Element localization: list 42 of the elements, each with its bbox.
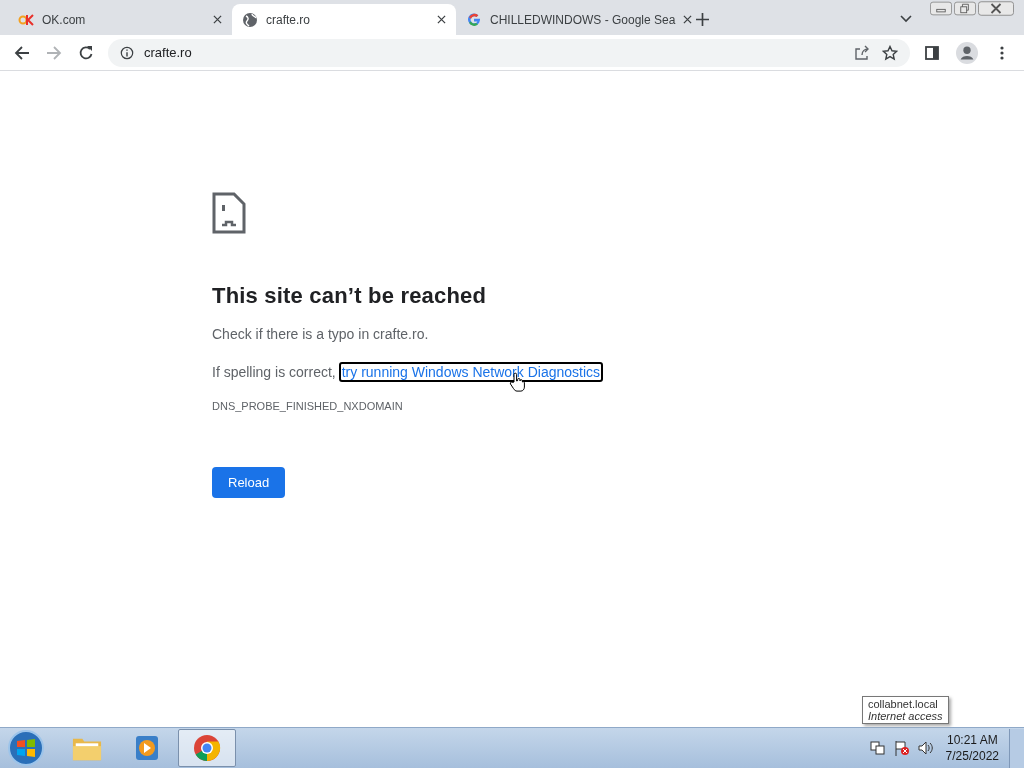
profile-icon[interactable] (956, 41, 978, 64)
clock-time[interactable]: 10:21 AM (946, 732, 998, 748)
address-bar[interactable]: crafte.ro (108, 38, 910, 67)
browser-tab[interactable]: OK.com (8, 4, 232, 35)
speaker-icon[interactable] (917, 740, 934, 756)
close-icon[interactable] (683, 15, 693, 24)
star-icon[interactable] (882, 44, 898, 61)
network-icon[interactable] (869, 740, 886, 756)
globe-icon (242, 11, 258, 28)
error-suggestion: If spelling is correct, (212, 364, 336, 380)
share-icon[interactable] (854, 44, 870, 61)
minimize-icon[interactable] (930, 1, 952, 16)
start-button[interactable] (6, 728, 46, 768)
browser-tab[interactable]: crafte.ro (232, 4, 456, 35)
tab-title: CHILLEDWINDOWS - Google Sea (490, 12, 676, 27)
tooltip-title: collabnet.local (868, 698, 939, 710)
clock-date[interactable]: 7/25/2022 (945, 748, 999, 764)
ok-logo-icon (18, 11, 34, 28)
tab-title: crafte.ro (266, 12, 311, 27)
chevron-down-icon[interactable] (900, 15, 912, 23)
restore-icon[interactable] (954, 1, 976, 16)
google-logo-icon (466, 11, 482, 28)
side-panel-icon[interactable] (924, 44, 940, 61)
close-icon[interactable] (437, 15, 446, 24)
error-hint: Check if there is a typo in crafte.ro. (212, 326, 429, 342)
new-tab-icon[interactable] (696, 13, 709, 26)
sad-page-icon (212, 192, 246, 234)
info-icon (120, 45, 134, 60)
tooltip-status: Internet access (868, 710, 943, 722)
chrome-logo-icon (192, 734, 222, 762)
diagnostics-link[interactable]: try running Windows Network Diagnostics (338, 362, 604, 382)
browser-tab[interactable]: CHILLEDWINDOWS - Google Sea (456, 4, 680, 35)
taskbar-app[interactable] (178, 729, 236, 767)
flag-icon[interactable] (893, 740, 910, 756)
error-code: DNS_PROBE_FINISHED_NXDOMAIN (212, 400, 403, 412)
reload-button[interactable]: Reload (212, 467, 286, 498)
close-icon[interactable] (213, 15, 222, 24)
reload-icon[interactable] (78, 44, 94, 61)
close-window-icon[interactable] (978, 1, 1014, 16)
back-arrow-icon[interactable] (14, 44, 30, 61)
error-heading: This site can’t be reached (212, 283, 487, 309)
tab-title: OK.com (42, 12, 87, 27)
